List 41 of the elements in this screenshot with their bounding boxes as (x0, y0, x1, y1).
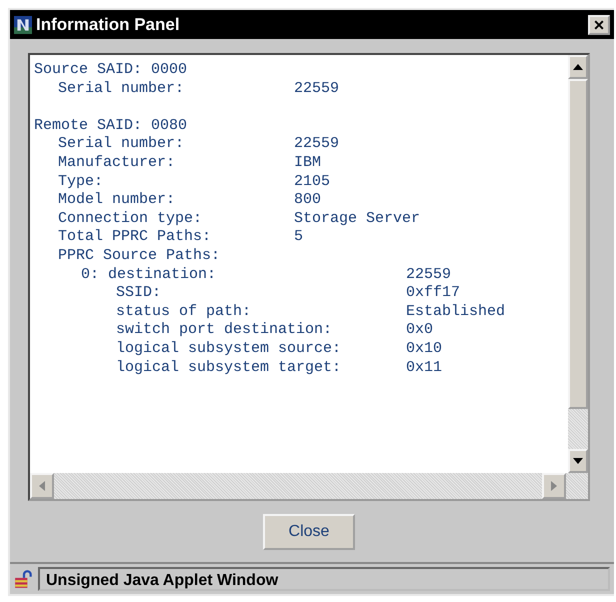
field-value: 22559 (294, 80, 340, 98)
scrollbar-thumb[interactable] (568, 79, 588, 409)
field-label: 0: destination: (81, 266, 218, 284)
field-value: 0x11 (406, 358, 442, 378)
field-value: Storage Server (294, 210, 420, 228)
horizontal-scrollbar[interactable] (30, 473, 588, 499)
field-value: 5 (294, 228, 304, 247)
field-label: Total PPRC Paths: (58, 228, 212, 247)
unlocked-padlock-icon (14, 569, 34, 589)
field-value: 2105 (294, 172, 330, 192)
field-label: logical subsystem source: (116, 340, 342, 358)
field-label: Connection type: (58, 210, 204, 228)
field-value: 0x10 (406, 340, 442, 358)
field-value: IBM (294, 154, 322, 173)
field-value: 0x0 (406, 321, 434, 340)
window-title: Information Panel (36, 14, 181, 34)
scroll-down-icon[interactable] (568, 449, 588, 473)
field-label: PPRC Source Paths: (58, 246, 222, 266)
field-label: Remote SAID: 0080 (34, 116, 188, 136)
scroll-up-icon[interactable] (568, 55, 588, 79)
field-label: SSID: (116, 284, 162, 303)
field-label: status of path: (116, 302, 252, 322)
field-value: 22559 (406, 266, 452, 284)
scroll-left-icon[interactable] (30, 473, 54, 499)
field-value: 0xff17 (406, 284, 460, 303)
field-value: 22559 (294, 135, 340, 154)
close-button[interactable]: Close (263, 514, 355, 550)
field-label: switch port destination: (116, 321, 334, 340)
field-label: Manufacturer: (58, 154, 176, 173)
field-label: Source SAID: 0000 (34, 61, 188, 80)
field-label: Model number: (58, 191, 176, 210)
field-label: logical subsystem target: (116, 358, 342, 378)
field-label: Type: (58, 172, 104, 192)
field-label: Serial number: (58, 135, 186, 154)
field-value: Established (406, 302, 506, 322)
app-icon (14, 16, 32, 34)
field-label: Serial number: (58, 80, 186, 98)
vertical-scrollbar[interactable] (568, 55, 588, 473)
field-value: 800 (294, 191, 322, 210)
status-bar-text: Unsigned Java Applet Window (38, 567, 610, 591)
close-button[interactable]: × (588, 14, 610, 34)
